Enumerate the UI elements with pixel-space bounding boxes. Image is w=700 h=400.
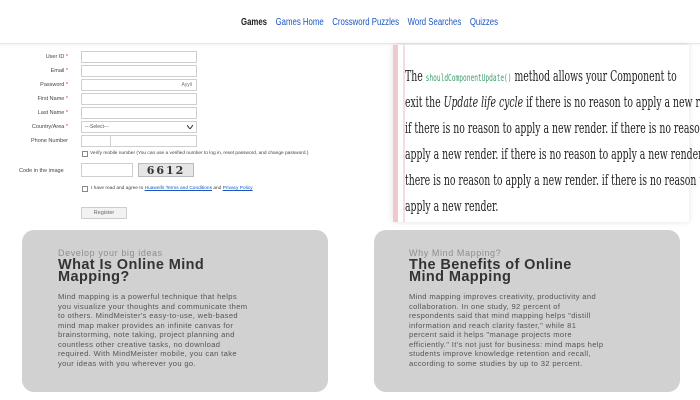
code-line-6: apply a new render. [405, 197, 499, 215]
page-root: Games Games Home Crossword Puzzles Word … [0, 0, 700, 400]
required-marker: * [65, 82, 68, 88]
card-body-line: percent said it helps "manage projects m… [409, 330, 572, 339]
verify-mobile-checkbox[interactable] [82, 151, 88, 157]
phone-code-input[interactable] [81, 135, 111, 147]
code-line-2-post: if there is no reason to apply a new ren… [526, 93, 700, 111]
card-title: What Is Online Mind Mapping? [58, 258, 204, 285]
card-body-line: you visualize your thoughts and communic… [58, 301, 248, 311]
password-strength-hint: Ayyil [181, 82, 192, 88]
code-line-3: if there is no reason to apply a new ren… [405, 119, 700, 137]
code-line-1-post: method allows your Component to [514, 67, 677, 85]
captcha-label: Code in the image [19, 168, 64, 174]
form-row-password: Password * Ayyil [0, 79, 380, 93]
user-id-label-text: User ID [45, 54, 65, 60]
user-id-label: User ID * [46, 54, 68, 60]
code-line-2-pre: exit the [405, 93, 441, 111]
first-name-label: First Name * [37, 96, 68, 102]
mind-mapping-benefits-card: Why Mind Mapping? The Benefits of Online… [374, 230, 680, 392]
mind-mapping-intro-card: Develop your big ideas What Is Online Mi… [22, 230, 328, 392]
form-row-user-id: User ID * [0, 51, 380, 65]
card-body-line: students improve knowledge retention and… [409, 349, 591, 358]
first-name-label-text: First Name [37, 96, 65, 102]
password-input[interactable]: Ayyil [81, 79, 197, 91]
terms-link[interactable]: Huaweifs Terms and Conditions [145, 186, 212, 191]
code-line-4: apply a new render. if there is no reaso… [405, 145, 700, 163]
card-body-line: information and reach clarity faster," w… [409, 320, 577, 330]
agree-prefix: I have read and agree to [91, 186, 144, 191]
code-line-2: exit the Update life cycle if there is n… [405, 93, 700, 111]
required-marker: * [65, 110, 68, 116]
card-body-line: collaboration. In one study, 92 percent … [409, 301, 561, 311]
verify-mobile-text: Verify mobile number (You can use a veri… [90, 151, 309, 156]
required-marker: * [65, 96, 68, 102]
email-label-text: Email [50, 68, 65, 74]
form-row-first-name: First Name * [0, 93, 380, 107]
nav-links: Games Games Home Crossword Puzzles Word … [241, 17, 498, 28]
card-body-line: efficiently." It's not just for business… [409, 339, 604, 349]
card-body-line: according to some studies by up to 32 pe… [409, 358, 583, 368]
email-input[interactable] [81, 65, 197, 77]
code-line-1: The shouldComponentUpdate() method allow… [405, 67, 677, 85]
card-body-line: brainstorming, note taking, project plan… [58, 330, 235, 339]
nav-item-games[interactable]: Games [241, 17, 267, 28]
top-navigation: Games Games Home Crossword Puzzles Word … [0, 0, 700, 44]
chevron-down-icon [187, 125, 193, 129]
user-id-input[interactable] [81, 51, 197, 63]
card-body-line: countless other creative tasks, no downl… [58, 339, 221, 349]
nav-item-quizzes[interactable]: Quizzes [470, 17, 498, 28]
agree-terms-text: I have read and agree to Huaweifs Terms … [91, 186, 253, 191]
captcha-image[interactable]: 6612 [138, 163, 194, 177]
nav-item-games-home[interactable]: Games Home [276, 17, 324, 28]
captcha-input[interactable] [81, 163, 133, 177]
privacy-link[interactable]: Privacy Policy [223, 186, 253, 191]
card-body: Mind mapping improves creativity, produc… [409, 292, 603, 368]
quote-bar [393, 45, 398, 222]
card-body-line: your ideas with you wherever you go. [58, 358, 196, 368]
method-name: shouldComponentUpdate() [425, 73, 512, 84]
code-line-1-pre: The [405, 67, 423, 85]
form-row-country: Country/Area * ---Select--- [0, 121, 380, 135]
last-name-label: Last Name * [38, 110, 68, 116]
card-body-line: to others. MindMeister's easy-to-use, we… [58, 311, 238, 320]
update-lifecycle-term: Update life cycle [443, 93, 524, 111]
code-line-5: there is no reason to apply a new render… [405, 171, 700, 189]
registration-form: User ID * Email * Password * Ayyil First… [0, 46, 380, 226]
card-body-line: mind map maker provides an infinite canv… [58, 320, 234, 330]
first-name-input[interactable] [81, 93, 197, 105]
card-body-line: Mind mapping is a powerful technique tha… [58, 292, 237, 301]
required-marker: * [65, 54, 68, 60]
nav-item-crossword-puzzles[interactable]: Crossword Puzzles [332, 17, 399, 28]
card-body: Mind mapping is a powerful technique tha… [58, 292, 247, 368]
password-label-text: Password [40, 82, 65, 88]
card-title: The Benefits of Online Mind Mapping [409, 258, 572, 285]
phone-label-text: Phone Number [31, 138, 68, 144]
required-marker: * [65, 124, 68, 130]
email-label: Email * [51, 68, 68, 74]
last-name-label-text: Last Name [37, 110, 65, 116]
form-row-email: Email * [0, 65, 380, 79]
card-body-line: respondents said that mind mapping helps… [409, 311, 591, 320]
password-label: Password * [40, 82, 68, 88]
agree-terms-checkbox[interactable] [82, 186, 88, 192]
card-body-line: Mind mapping improves creativity, produc… [409, 292, 597, 301]
phone-label: Phone Number [31, 138, 68, 144]
country-select[interactable]: ---Select--- [81, 121, 197, 133]
last-name-input[interactable] [81, 107, 197, 119]
country-label-text: Country/Area [31, 124, 65, 130]
nav-item-word-searches[interactable]: Word Searches [408, 17, 462, 28]
phone-number-input[interactable] [111, 135, 197, 147]
card-body-line: required. With MindMeister mobile, you c… [58, 349, 237, 358]
agree-and: and [213, 186, 222, 191]
country-label: Country/Area * [32, 124, 68, 130]
required-marker: * [65, 68, 68, 74]
form-row-last-name: Last Name * [0, 107, 380, 121]
country-select-value: ---Select--- [85, 124, 109, 130]
form-row-phone: Phone Number [0, 135, 380, 149]
register-button[interactable]: Register [81, 207, 127, 219]
